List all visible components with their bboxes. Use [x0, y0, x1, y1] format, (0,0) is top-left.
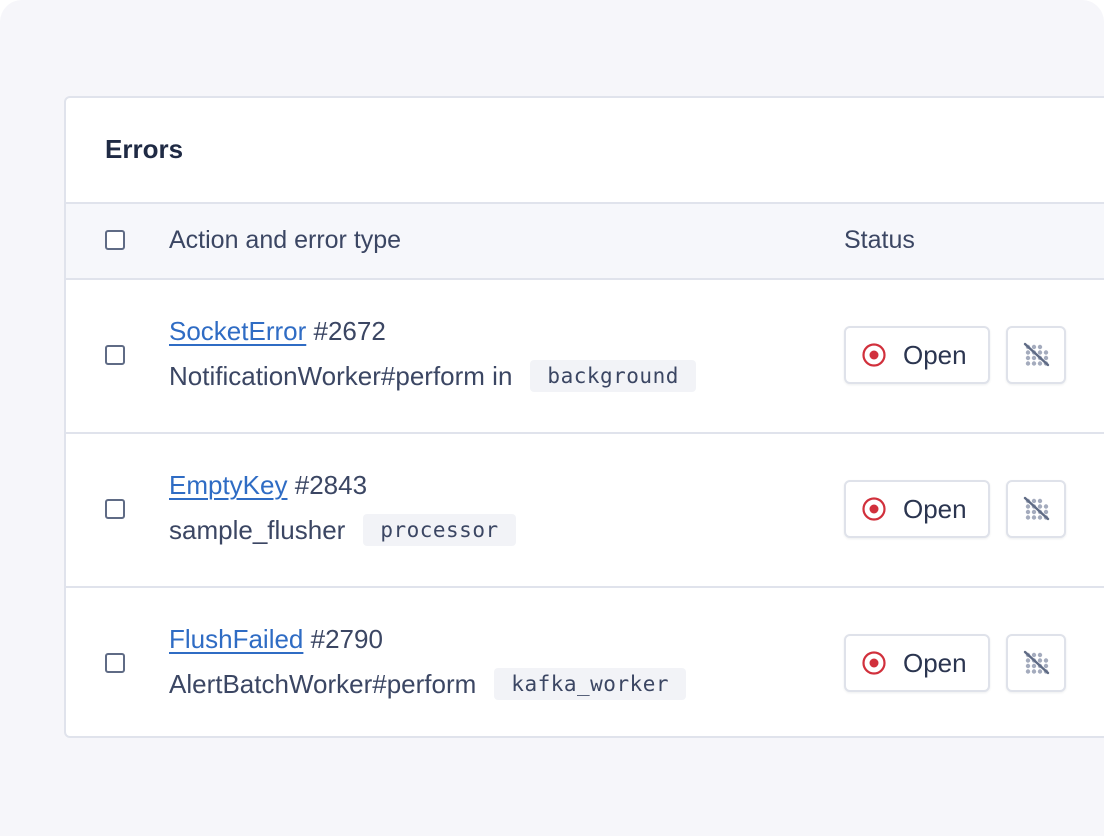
error-title: EmptyKey #2843: [169, 470, 367, 501]
table-row: EmptyKey #2843 sample_flusher processor …: [66, 434, 1104, 588]
table-header: Action and error type Status: [66, 204, 1104, 280]
error-name-link[interactable]: FlushFailed: [169, 624, 303, 654]
error-name-link[interactable]: EmptyKey: [169, 470, 288, 500]
status-label: Open: [903, 339, 967, 370]
error-action: sample_flusher processor: [169, 514, 516, 546]
column-header-status: Status: [844, 226, 915, 254]
error-action: NotificationWorker#perform in background: [169, 360, 696, 392]
page-background: Errors Action and error type Status Sock…: [0, 0, 1104, 836]
column-header-action: Action and error type: [169, 226, 402, 254]
action-name: AlertBatchWorker#perform: [169, 668, 477, 699]
status-button[interactable]: Open: [844, 480, 990, 538]
row-checkbox[interactable]: [105, 499, 125, 519]
mute-button[interactable]: [1006, 634, 1066, 692]
status-label: Open: [903, 647, 967, 678]
row-checkbox[interactable]: [105, 345, 125, 365]
action-name: NotificationWorker#perform in: [169, 360, 513, 391]
error-id: #2672: [313, 316, 386, 346]
status-label: Open: [903, 493, 967, 524]
row-checkbox[interactable]: [105, 653, 125, 673]
table-row: SocketError #2672 NotificationWorker#per…: [66, 280, 1104, 434]
card-header: Errors: [66, 98, 1104, 204]
error-title: FlushFailed #2790: [169, 624, 383, 655]
mute-button[interactable]: [1006, 480, 1066, 538]
error-action: AlertBatchWorker#perform kafka_worker: [169, 668, 687, 700]
card-title: Errors: [105, 134, 184, 164]
action-name: sample_flusher: [169, 514, 346, 545]
status-button[interactable]: Open: [844, 634, 990, 692]
namespace-tag: processor: [363, 514, 516, 546]
status-button[interactable]: Open: [844, 326, 990, 384]
open-status-icon: [862, 497, 886, 521]
error-id: #2843: [294, 470, 368, 500]
open-status-icon: [862, 343, 886, 367]
mute-icon: [1023, 342, 1050, 367]
open-status-icon: [862, 651, 886, 675]
mute-icon: [1023, 496, 1050, 521]
mute-button[interactable]: [1006, 326, 1066, 384]
table-row: FlushFailed #2790 AlertBatchWorker#perfo…: [66, 588, 1104, 742]
mute-icon: [1023, 650, 1050, 675]
namespace-tag: kafka_worker: [494, 668, 687, 700]
errors-card: Errors Action and error type Status Sock…: [64, 96, 1104, 738]
error-title: SocketError #2672: [169, 316, 386, 347]
error-name-link[interactable]: SocketError: [169, 316, 306, 346]
select-all-checkbox[interactable]: [105, 230, 125, 250]
namespace-tag: background: [530, 360, 696, 392]
error-id: #2790: [310, 624, 383, 654]
